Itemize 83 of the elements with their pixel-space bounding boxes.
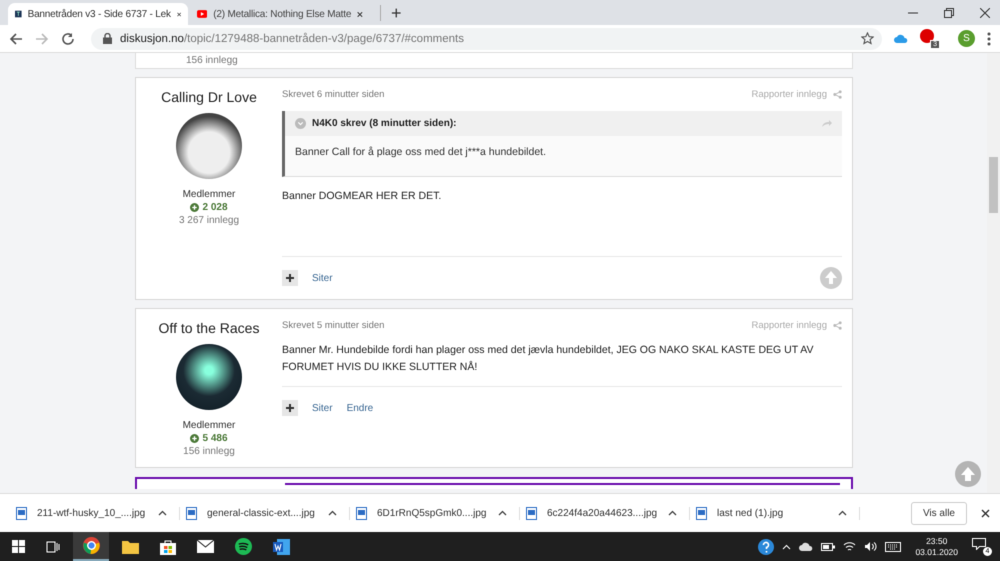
author-name[interactable]: Off to the Races	[158, 320, 260, 336]
close-icon[interactable]	[176, 10, 181, 18]
download-item[interactable]: 211-wtf-husky_10_....jpg	[14, 506, 180, 520]
chevron-up-icon[interactable]	[838, 510, 847, 516]
chevron-up-icon[interactable]	[668, 510, 677, 516]
menu-icon[interactable]	[987, 32, 991, 46]
cloud-icon[interactable]	[799, 542, 814, 552]
close-icon[interactable]	[981, 508, 990, 518]
post-count: 156 innlegg	[186, 56, 238, 66]
post-text: Banner DOGMEAR HER ER DET.	[282, 189, 442, 204]
plus-icon	[286, 274, 294, 282]
close-icon[interactable]	[980, 8, 990, 18]
keyboard-icon[interactable]	[885, 542, 902, 552]
close-icon[interactable]	[357, 10, 363, 18]
chevron-up-icon[interactable]	[158, 510, 167, 516]
post-count: 3 267 innlegg	[178, 215, 240, 226]
folder-icon[interactable]	[122, 540, 139, 554]
image-file-icon	[696, 506, 707, 520]
reputation-count: 5 486	[202, 433, 228, 444]
clock-date: 03.01.2020	[915, 546, 958, 558]
store-icon[interactable]	[160, 538, 176, 554]
plus-circle-icon	[190, 203, 200, 212]
battery-icon[interactable]	[821, 542, 836, 550]
wifi-icon[interactable]	[843, 541, 856, 552]
quote-text: Banner Call for å plage oss med det j***a hundebildet.	[285, 136, 842, 176]
scrollbar-thumb[interactable]	[989, 157, 998, 213]
action-link[interactable]: Siter	[312, 272, 333, 284]
document-app-icon[interactable]	[273, 538, 290, 554]
post-text: Banner Mr. Hundebilde fordi han plager oss med det jævla hundebildet, JEG OG NAKO SKAL KASTE DEG UT AV FORUMET HVIS DU IKKE SLUTTER NÅ!	[282, 343, 814, 375]
music-app-icon[interactable]	[235, 538, 252, 555]
download-item[interactable]: 6D1rRnQ5spGmk0....jpg	[354, 506, 520, 520]
image-file-icon	[356, 506, 367, 520]
back-icon[interactable]	[9, 32, 23, 46]
file-name: 211-wtf-husky_10_....jpg	[37, 508, 146, 518]
download-item[interactable]: last ned (1).jpg	[694, 506, 860, 520]
url-text: diskusjon.no/topic/1279488-bannetråden-v3/page/6737/#comments	[120, 32, 464, 44]
image-file-icon	[186, 506, 197, 520]
browser-icon	[82, 537, 100, 554]
file-name: 6D1rRnQ5spGmk0....jpg	[377, 508, 488, 518]
task-view-icon[interactable]	[46, 540, 60, 552]
address-bar[interactable]: diskusjon.no/topic/1279488-bannetråden-v3/page/6737/#comments	[91, 28, 882, 50]
speaker-icon[interactable]	[864, 541, 878, 552]
add-button[interactable]	[282, 400, 298, 416]
download-item[interactable]: 6c224f4a20a44623....jpg	[524, 506, 690, 520]
image-file-icon	[526, 506, 537, 520]
envelope-icon[interactable]	[197, 540, 214, 553]
add-button[interactable]	[282, 270, 298, 286]
tab-title: (2) Metallica: Nothing Else Matte	[213, 8, 352, 20]
tab-title: Bannetråden v3 - Side 6737 - Lek	[28, 8, 171, 20]
clock-time: 23:50	[926, 536, 948, 546]
quote-header: N4K0 skrev (8 minutter siden):	[312, 118, 456, 129]
plus-icon	[286, 404, 294, 412]
file-name: 6c224f4a20a44623....jpg	[547, 508, 658, 518]
author-name[interactable]: Calling Dr Love	[161, 89, 257, 105]
post-date: Skrevet 6 minutter siden	[282, 89, 384, 100]
post-date: Skrevet 5 minutter siden	[282, 320, 384, 331]
reload-icon[interactable]	[61, 32, 75, 46]
reputation-count: 2 028	[202, 202, 228, 213]
browser-taskbar-icon[interactable]	[73, 532, 109, 561]
star-icon[interactable]	[861, 32, 874, 45]
help-icon[interactable]	[758, 538, 774, 554]
action-link[interactable]: Siter	[312, 402, 333, 414]
action-link[interactable]: Endre	[346, 402, 374, 414]
show-all-button[interactable]: Vis alle	[910, 502, 967, 524]
windows-icon[interactable]	[12, 540, 25, 553]
image-file-icon	[16, 506, 27, 520]
member-group: Medlemmer	[182, 189, 236, 200]
new-tab-button[interactable]: +	[380, 4, 402, 20]
file-name: general-classic-ext....jpg	[207, 508, 316, 518]
clock[interactable]: 23:50 03.01.2020	[915, 536, 958, 558]
lock-icon	[103, 33, 112, 44]
download-item[interactable]: general-classic-ext....jpg	[184, 506, 350, 520]
chevron-up-icon[interactable]	[498, 510, 507, 516]
play-icon	[197, 8, 208, 20]
browser-tab[interactable]: (2) Metallica: Nothing Else Matte	[190, 3, 370, 25]
file-name: last ned (1).jpg	[717, 508, 784, 518]
member-group: Medlemmer	[182, 420, 236, 431]
notification-icon	[972, 538, 986, 550]
plus-circle-icon	[190, 434, 200, 443]
browser-tab[interactable]: Bannetråden v3 - Side 6737 - Lek	[8, 3, 188, 25]
restore-icon[interactable]	[944, 8, 954, 18]
post-count: 156 innlegg	[183, 446, 235, 457]
chevron-up-icon[interactable]	[328, 510, 337, 516]
